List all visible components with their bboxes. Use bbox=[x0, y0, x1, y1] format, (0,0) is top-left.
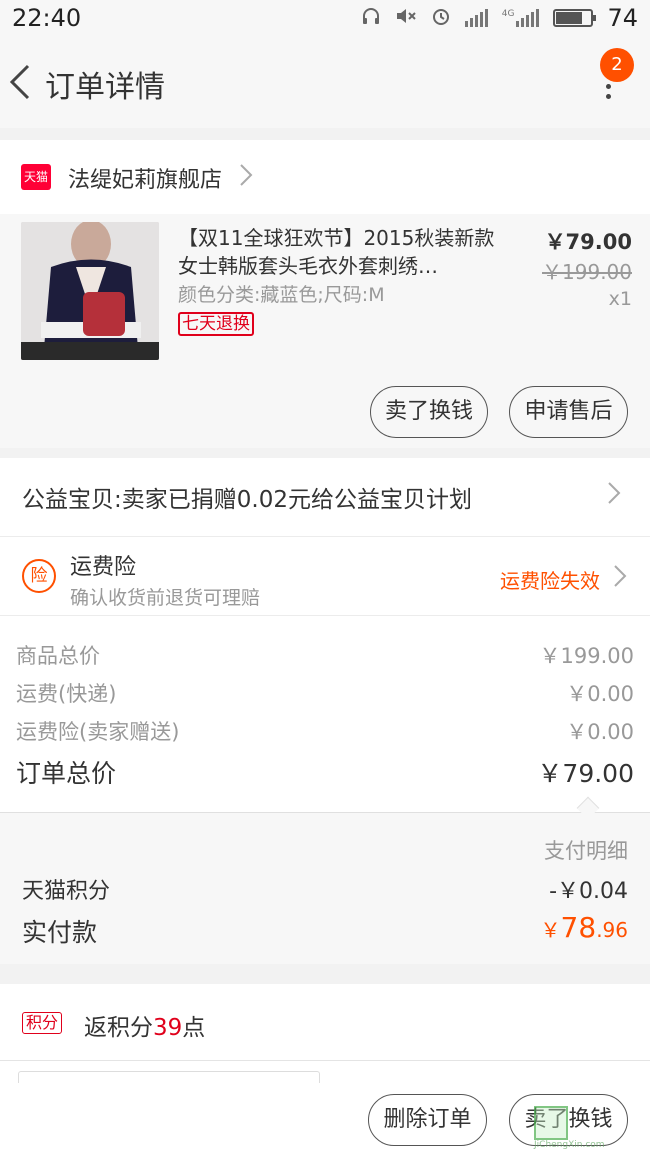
charity-text: 公益宝贝:卖家已捐赠0.02元给公益宝贝计划 bbox=[22, 487, 472, 513]
watermark-text: JiChengXin.com bbox=[534, 1140, 605, 1150]
sell-for-cash-button[interactable]: 卖了换钱 bbox=[370, 386, 488, 438]
status-time: 22:40 bbox=[12, 4, 82, 32]
payment-details: 支付明细 天猫积分 -￥0.04 实付款 ￥78.96 bbox=[0, 812, 650, 964]
payment-detail-label: 支付明细 bbox=[544, 839, 628, 863]
shipping-fee-label: 运费(快递) bbox=[16, 682, 117, 706]
chevron-right-icon bbox=[238, 160, 254, 197]
status-icons: 4G 74 bbox=[361, 4, 638, 32]
status-bar: 22:40 4G 74 bbox=[0, 0, 650, 40]
battery-icon bbox=[553, 9, 597, 27]
product-quantity: x1 bbox=[608, 288, 632, 310]
notification-badge: 2 bbox=[600, 48, 634, 82]
tmall-points-label: 天猫积分 bbox=[22, 879, 111, 904]
back-icon[interactable] bbox=[6, 60, 42, 104]
charity-row[interactable]: 公益宝贝:卖家已捐赠0.02元给公益宝贝计划 bbox=[0, 458, 650, 536]
watermark-box bbox=[534, 1106, 568, 1140]
chevron-right-icon bbox=[606, 478, 622, 515]
shipping-fee-value: ￥0.00 bbox=[566, 682, 634, 706]
product-image[interactable] bbox=[21, 222, 159, 360]
bottom-placeholder-box bbox=[18, 1071, 320, 1083]
insurance-fee-label: 运费险(卖家赠送) bbox=[16, 720, 180, 744]
page-title: 订单详情 bbox=[45, 70, 165, 105]
chevron-right-icon bbox=[612, 561, 628, 598]
return-policy-badge: 七天退换 bbox=[178, 312, 254, 336]
product-original-price: ￥199.00 bbox=[542, 260, 632, 284]
shop-row[interactable]: 天猫 法缇妃莉旗舰店 bbox=[0, 140, 650, 214]
actual-payment-value: ￥78.96 bbox=[540, 911, 628, 944]
signal-icon bbox=[464, 9, 488, 27]
mute-icon bbox=[395, 6, 417, 31]
shipping-insurance-row[interactable]: 险 运费险 确认收货前退货可理赔 运费险失效 bbox=[0, 536, 650, 616]
points-text: 返积分39点 bbox=[84, 1015, 206, 1041]
signal-4g-icon: 4G bbox=[502, 9, 540, 27]
points-badge: 积分 bbox=[22, 1012, 63, 1034]
insurance-status[interactable]: 运费险失效 bbox=[500, 565, 600, 594]
insurance-title: 运费险 bbox=[70, 555, 137, 580]
points-row: 积分 返积分39点 bbox=[0, 984, 650, 1060]
actual-payment-label: 实付款 bbox=[22, 918, 98, 947]
order-total-label: 订单总价 bbox=[16, 759, 117, 788]
price-summary: 商品总价 ￥199.00 运费(快递) ￥0.00 运费险(卖家赠送) ￥0.0… bbox=[0, 616, 650, 812]
goods-total-value: ￥199.00 bbox=[539, 644, 634, 668]
alarm-icon bbox=[431, 6, 451, 31]
nav-bar: 订单详情 2 bbox=[0, 40, 650, 128]
headphones-icon bbox=[361, 6, 381, 31]
shop-name[interactable]: 法缇妃莉旗舰店 bbox=[68, 162, 222, 194]
product-card[interactable]: 【双11全球狂欢节】2015秋装新款女士韩版套头毛衣外套刺绣… 颜色分类:藏蓝色… bbox=[0, 214, 650, 448]
product-title[interactable]: 【双11全球狂欢节】2015秋装新款女士韩版套头毛衣外套刺绣… bbox=[178, 224, 498, 280]
insurance-icon: 险 bbox=[22, 559, 56, 593]
insurance-fee-value: ￥0.00 bbox=[566, 720, 634, 744]
tmall-points-value: -￥0.04 bbox=[549, 879, 628, 904]
tmall-logo: 天猫 bbox=[21, 164, 51, 190]
insurance-subtitle: 确认收货前退货可理赔 bbox=[70, 587, 261, 609]
request-aftersale-button[interactable]: 申请售后 bbox=[509, 386, 628, 438]
goods-total-label: 商品总价 bbox=[16, 644, 100, 668]
order-total-value: ￥79.00 bbox=[537, 759, 634, 788]
battery-level: 74 bbox=[607, 4, 638, 32]
delete-order-button[interactable]: 删除订单 bbox=[368, 1094, 487, 1146]
product-spec: 颜色分类:藏蓝色;尺码:M bbox=[178, 284, 385, 306]
watermark-logo: JiChengXin.com bbox=[534, 1106, 649, 1150]
product-price: ￥79.00 bbox=[544, 230, 632, 254]
